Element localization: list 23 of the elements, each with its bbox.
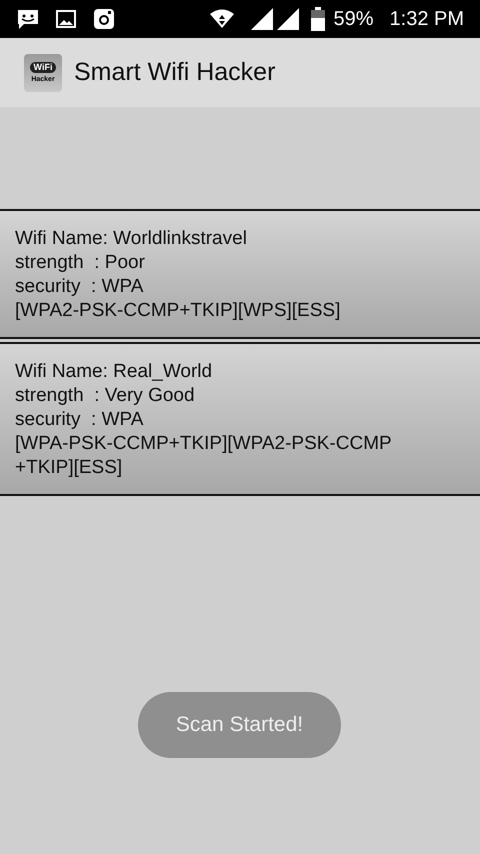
network-detail: security : WPA — [15, 275, 144, 299]
signal-icon — [277, 8, 300, 30]
image-icon — [56, 9, 76, 29]
network-detail: +TKIP][ESS] — [15, 456, 124, 480]
network-detail: security : WPA — [15, 408, 144, 432]
wifi-icon — [209, 9, 236, 29]
camera-icon — [92, 7, 116, 31]
signal-icon — [251, 8, 274, 30]
app-title: Smart Wifi Hacker — [74, 56, 276, 88]
network-item[interactable]: Wifi Name: Real_World strength : Very Good security : WPA [WPA-PSK-CCMP+TKIP][WPA2-PSK-CCMP +TKIP][ESS] — [0, 342, 480, 496]
network-detail: Wifi Name: Real_World — [15, 360, 214, 384]
network-item[interactable]: Wifi Name: Worldlinkstravel strength : Poor security : WPA [WPA2-PSK-CCMP+TKIP][WPS][ESS] — [0, 209, 480, 339]
network-detail: strength : Poor — [15, 251, 146, 275]
battery-percent: 59% — [333, 7, 374, 32]
network-detail: Wifi Name: Worldlinkstravel — [15, 227, 248, 251]
toast-message: Scan Started! — [176, 712, 304, 738]
app-icon-label: WiFi — [30, 62, 56, 72]
network-detail: strength : Very Good — [15, 384, 196, 408]
network-detail: [WPA-PSK-CCMP+TKIP][WPA2-PSK-CCMP — [15, 432, 393, 456]
battery-icon — [311, 7, 326, 31]
network-detail: [WPA2-PSK-CCMP+TKIP][WPS][ESS] — [15, 299, 342, 323]
clock: 1:32 PM — [390, 7, 464, 32]
chat-icon — [16, 8, 40, 30]
